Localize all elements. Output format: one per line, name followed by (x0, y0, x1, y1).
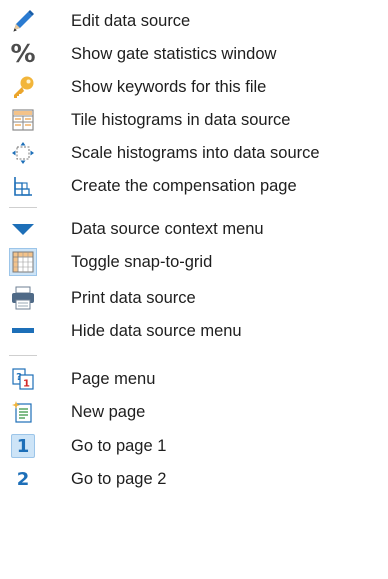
tile-grid-icon (9, 106, 37, 134)
key-icon (9, 73, 37, 101)
menu-item-label: Go to page 2 (71, 470, 167, 488)
new-page-icon (9, 398, 37, 426)
menu-item-gate-statistics[interactable]: % Show gate statistics window (0, 37, 388, 71)
page-one-icon: 1 (9, 432, 37, 460)
menu-item-label: Go to page 1 (71, 437, 167, 455)
menu-item-label: Hide data source menu (71, 322, 242, 340)
menu-item-create-compensation-page[interactable]: Create the compensation page (0, 169, 388, 203)
menu-item-label: Edit data source (71, 12, 191, 30)
menu-item-go-to-page-1[interactable]: 1 Go to page 1 (0, 429, 388, 463)
menu-item-label: Create the compensation page (71, 177, 297, 195)
menu-item-new-page[interactable]: New page (0, 395, 388, 429)
menu-item-tile-histograms[interactable]: Tile histograms in data source (0, 103, 388, 137)
pencil-icon (9, 7, 37, 35)
menu-item-label: Page menu (71, 370, 156, 388)
menu-item-page-menu[interactable]: ? 1 Page menu (0, 362, 388, 396)
menu-item-toggle-snap-to-grid[interactable]: Toggle snap-to-grid (0, 245, 388, 279)
menu-item-show-keywords[interactable]: Show keywords for this file (0, 70, 388, 104)
menu-item-label: Show gate statistics window (71, 45, 277, 63)
menu-item-label: Print data source (71, 289, 196, 307)
snap-grid-icon (9, 248, 37, 276)
menu-item-hide-data-source-menu[interactable]: Hide data source menu (0, 314, 388, 348)
menu-item-label: Data source context menu (71, 220, 264, 238)
menu-item-print-data-source[interactable]: Print data source (0, 281, 388, 315)
menu-item-label: Tile histograms in data source (71, 111, 291, 129)
page-two-icon: 2 (16, 468, 30, 490)
printer-icon (9, 284, 37, 312)
menu-separator (9, 355, 37, 356)
menu-item-data-source-context-menu[interactable]: Data source context menu (0, 212, 388, 246)
compensation-icon (9, 172, 37, 200)
minus-icon (9, 317, 37, 345)
menu-item-go-to-page-2[interactable]: 2 Go to page 2 (0, 462, 388, 496)
menu-item-edit-data-source[interactable]: Edit data source (0, 4, 388, 38)
menu-separator (9, 207, 37, 208)
svg-text:1: 1 (23, 379, 30, 390)
triangle-down-icon (9, 215, 37, 243)
percent-icon: % (10, 39, 36, 68)
page-menu-icon: ? 1 (9, 365, 37, 393)
data-source-menu: Edit data source % Show gate statistics … (0, 0, 388, 579)
menu-item-label: New page (71, 403, 146, 421)
menu-item-scale-histograms[interactable]: Scale histograms into data source (0, 136, 388, 170)
scale-arrows-icon (9, 139, 37, 167)
menu-item-label: Toggle snap-to-grid (71, 253, 213, 271)
menu-item-label: Show keywords for this file (71, 78, 267, 96)
menu-item-label: Scale histograms into data source (71, 144, 320, 162)
